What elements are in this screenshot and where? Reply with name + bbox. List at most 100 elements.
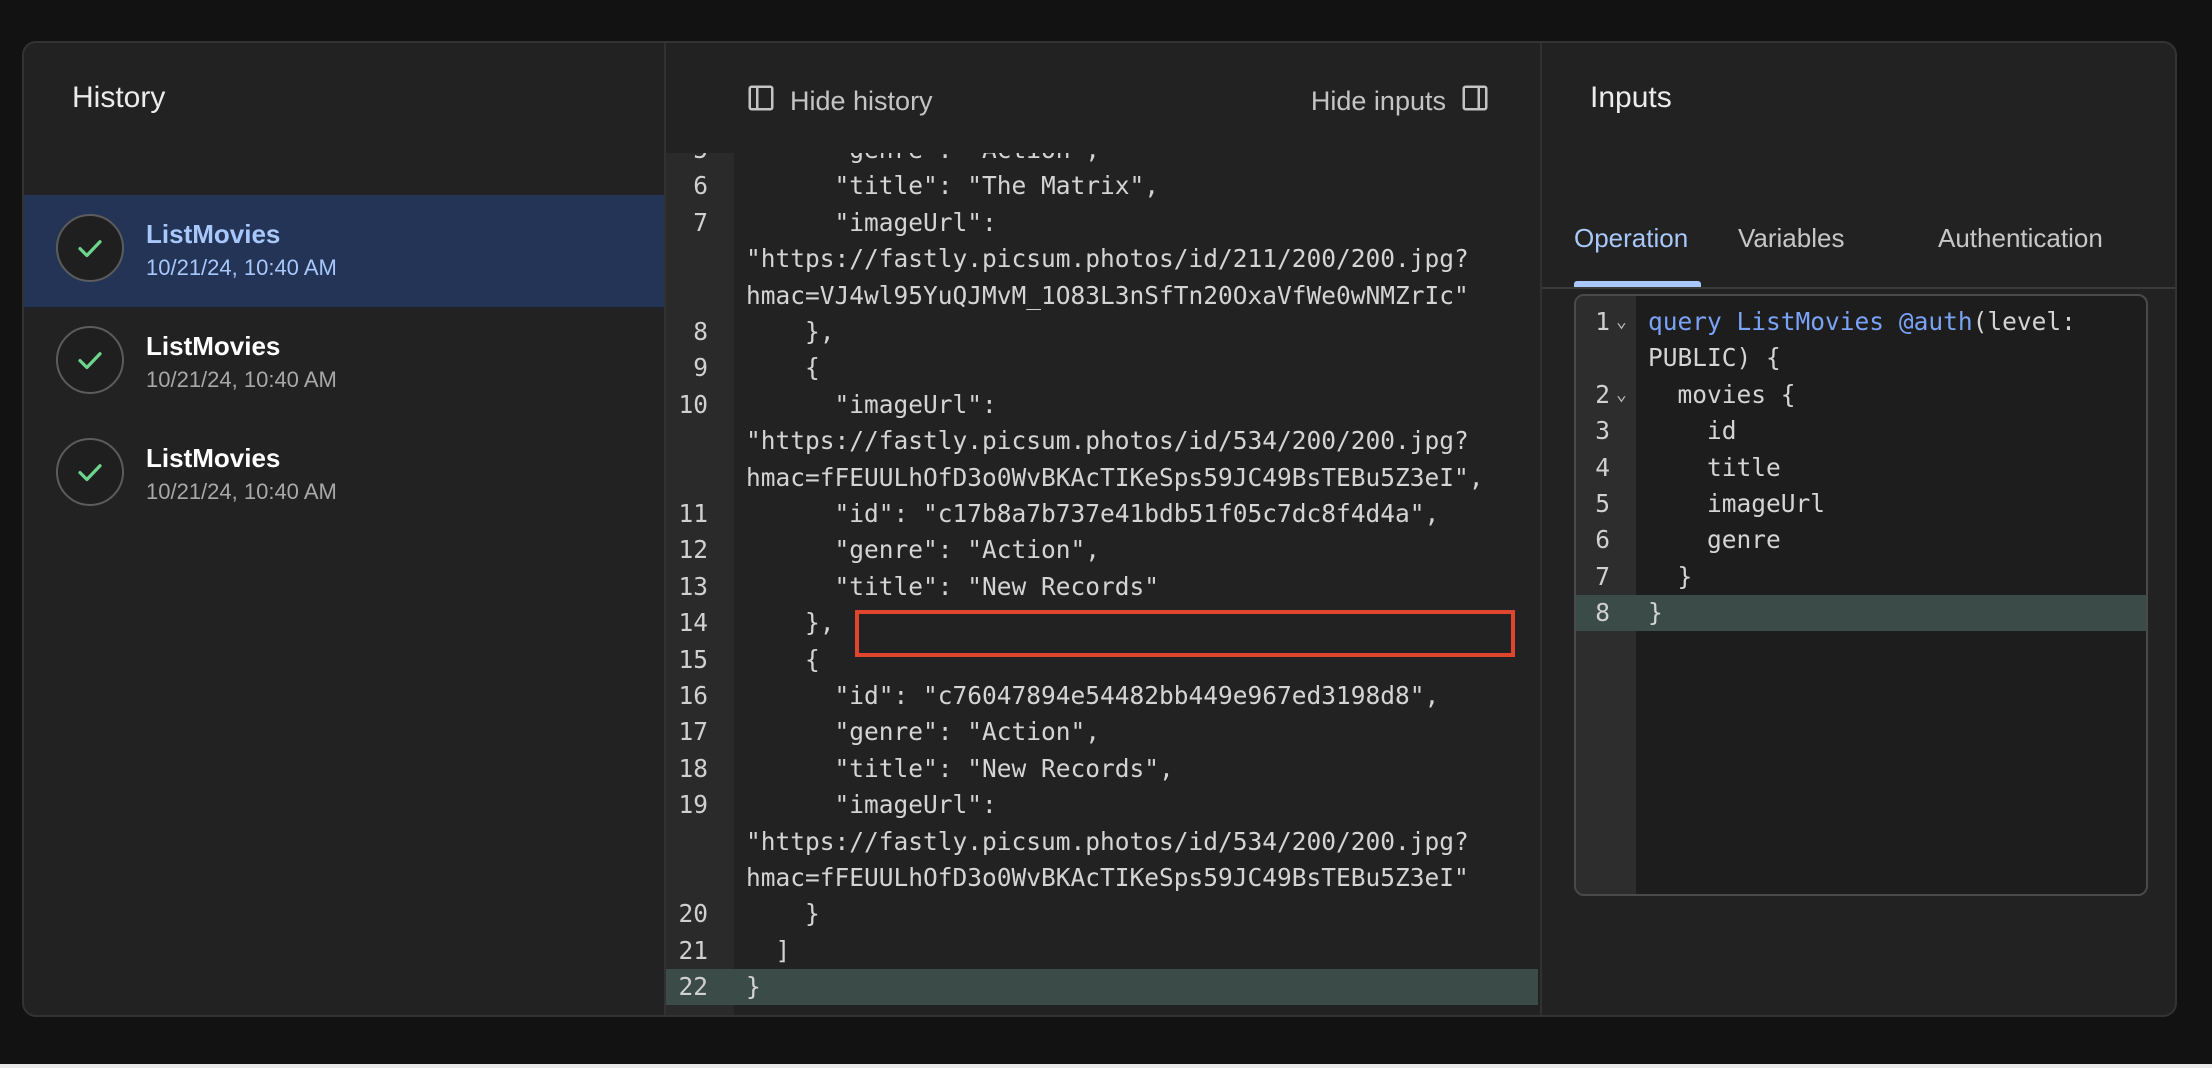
line-text: ] — [746, 935, 791, 965]
history-panel: History ListMovies 10/21/24, 10:40 AM Li… — [24, 43, 666, 1015]
history-item-name: ListMovies — [146, 331, 281, 361]
response-json-viewer[interactable]: 5 "genre": "Action", 6 "title": "The Matr… — [666, 153, 1538, 1015]
line-number: 15 — [678, 644, 708, 674]
line-text: "imageUrl": — [746, 207, 997, 237]
operation-editor[interactable]: 1 ⌄ query ListMovies @auth(level: PUBLIC) {… — [1574, 294, 2148, 896]
line-text: } — [746, 899, 820, 929]
editor-line: 5 imageUrl — [1576, 486, 2146, 522]
line-text: }, — [746, 608, 835, 638]
line-text: { — [746, 644, 820, 674]
response-panel: Hide history Hide inputs 5 "genre": "Act… — [666, 43, 1538, 1015]
line-number: 16 — [678, 681, 708, 710]
code-line: 10 "imageUrl": — [666, 387, 1538, 423]
code-line: 11 "id": "c17b8a7b737e41bdb51f05c7dc8f4d… — [666, 496, 1538, 532]
hide-inputs-label: Hide inputs — [1310, 85, 1446, 116]
line-number: 11 — [678, 499, 708, 528]
line-text: } — [746, 972, 761, 1002]
success-check-icon — [56, 438, 124, 506]
line-number: 18 — [678, 753, 708, 783]
line-text: "https://fastly.picsum.photos/id/534/200… — [746, 426, 1469, 456]
line-number: 20 — [678, 899, 708, 929]
history-item[interactable]: ListMovies 10/21/24, 10:40 AM — [24, 419, 664, 531]
editor-line-text: } — [1648, 561, 1693, 591]
fold-chevron-icon[interactable]: ⌄ — [1616, 377, 1627, 413]
line-text: "title": "New Records" — [746, 571, 1160, 601]
editor-line-number: 4 — [1595, 452, 1610, 482]
editor-line-text: query ListMovies @auth(level: — [1648, 307, 2076, 336]
line-text: "genre": "Action", — [746, 717, 1101, 747]
editor-line: PUBLIC) { — [1576, 340, 2146, 376]
bottom-edge — [0, 1064, 2212, 1068]
success-check-icon — [56, 214, 124, 282]
history-item-name: ListMovies — [146, 443, 281, 473]
sidebar-right-icon — [1460, 83, 1490, 120]
inputs-title: Inputs — [1590, 81, 1672, 114]
line-text: "title": "New Records", — [746, 753, 1174, 783]
tab-variables[interactable]: Variables — [1738, 223, 1844, 254]
editor-line-number: 8 — [1595, 598, 1610, 628]
editor-line-text: id — [1648, 416, 1737, 446]
code-line: 18 "title": "New Records", — [666, 751, 1538, 787]
line-text: "id": "c17b8a7b737e41bdb51f05c7dc8f4d4a"… — [746, 499, 1440, 528]
response-toolbar: Hide history Hide inputs — [666, 43, 1538, 153]
tab-authentication[interactable]: Authentication — [1938, 223, 2103, 254]
line-number: 14 — [678, 608, 708, 638]
inputs-tabs: Operation Variables Authentication — [1542, 183, 2175, 289]
history-item-time: 10/21/24, 10:40 AM — [146, 255, 337, 280]
editor-line-number: 7 — [1595, 561, 1610, 591]
graphql-playground: History ListMovies 10/21/24, 10:40 AM Li… — [22, 41, 2177, 1017]
line-text: "id": "c76047894e54482bb449e967ed3198d8"… — [746, 681, 1440, 710]
line-text: "https://fastly.picsum.photos/id/211/200… — [746, 244, 1469, 274]
editor-line-text: imageUrl — [1648, 489, 1826, 518]
hide-inputs-button[interactable]: Hide inputs — [1311, 81, 1490, 121]
history-item[interactable]: ListMovies 10/21/24, 10:40 AM — [24, 195, 664, 307]
success-check-icon — [56, 326, 124, 394]
inputs-panel: Inputs Operation Variables Authenticatio… — [1540, 43, 2175, 1015]
code-line: 21 ] — [666, 933, 1538, 969]
line-text: hmac=fFEUULhOfD3o0WvBKAcTIKeSps59JC49BsT… — [746, 462, 1484, 492]
code-line: 13 "title": "New Records" — [666, 569, 1538, 605]
code-line: 15 { — [666, 642, 1538, 678]
hide-history-button[interactable]: Hide history — [746, 81, 933, 121]
editor-line-number: 5 — [1595, 489, 1610, 518]
history-item[interactable]: ListMovies 10/21/24, 10:40 AM — [24, 307, 664, 419]
editor-line-number: 1 — [1595, 307, 1610, 336]
editor-line: 1 ⌄ query ListMovies @auth(level: — [1576, 304, 2146, 340]
code-line: 16 "id": "c76047894e54482bb449e967ed3198… — [666, 678, 1538, 714]
editor-line: 7 } — [1576, 559, 2146, 595]
code-line: 8 }, — [666, 314, 1538, 350]
line-text: hmac=VJ4wl95YuQJMvM_1O83L3nSfTn20OxaVfWe… — [746, 280, 1469, 310]
code-line: "https://fastly.picsum.photos/id/211/200… — [666, 241, 1538, 277]
line-number: 19 — [678, 790, 708, 820]
line-text: hmac=fFEUULhOfD3o0WvBKAcTIKeSps59JC49BsT… — [746, 863, 1469, 892]
line-number: 5 — [666, 153, 708, 168]
history-item-time: 10/21/24, 10:40 AM — [146, 479, 337, 504]
line-number: 17 — [678, 717, 708, 747]
editor-line-text: movies { — [1648, 379, 1796, 409]
line-text: "genre": "Action", — [746, 153, 1101, 168]
code-line: 9 { — [666, 350, 1538, 386]
fold-chevron-icon[interactable]: ⌄ — [1616, 304, 1627, 340]
line-number: 10 — [678, 389, 708, 419]
sidebar-left-icon — [746, 83, 776, 120]
code-line: hmac=VJ4wl95YuQJMvM_1O83L3nSfTn20OxaVfWe… — [666, 278, 1538, 314]
editor-line-number: 6 — [1595, 525, 1610, 555]
code-line: 14 }, — [666, 605, 1538, 641]
editor-line-text: PUBLIC) { — [1648, 343, 1781, 373]
editor-line: 2 ⌄ movies { — [1576, 377, 2146, 413]
editor-line-text: title — [1648, 452, 1781, 482]
line-number: 12 — [678, 535, 708, 565]
line-number: 22 — [678, 972, 708, 1002]
line-number: 21 — [678, 935, 708, 965]
history-title: History — [72, 81, 166, 114]
tab-operation[interactable]: Operation — [1574, 223, 1688, 254]
code-line: hmac=fFEUULhOfD3o0WvBKAcTIKeSps59JC49BsT… — [666, 860, 1538, 896]
editor-line: 6 genre — [1576, 522, 2146, 558]
line-text: "title": "The Matrix", — [746, 171, 1160, 201]
active-tab-indicator — [1574, 281, 1701, 287]
code-line: "https://fastly.picsum.photos/id/534/200… — [666, 423, 1538, 459]
code-line: 17 "genre": "Action", — [666, 714, 1538, 750]
code-line: "https://fastly.picsum.photos/id/534/200… — [666, 824, 1538, 860]
line-number: 6 — [693, 171, 708, 201]
code-line: hmac=fFEUULhOfD3o0WvBKAcTIKeSps59JC49BsT… — [666, 460, 1538, 496]
